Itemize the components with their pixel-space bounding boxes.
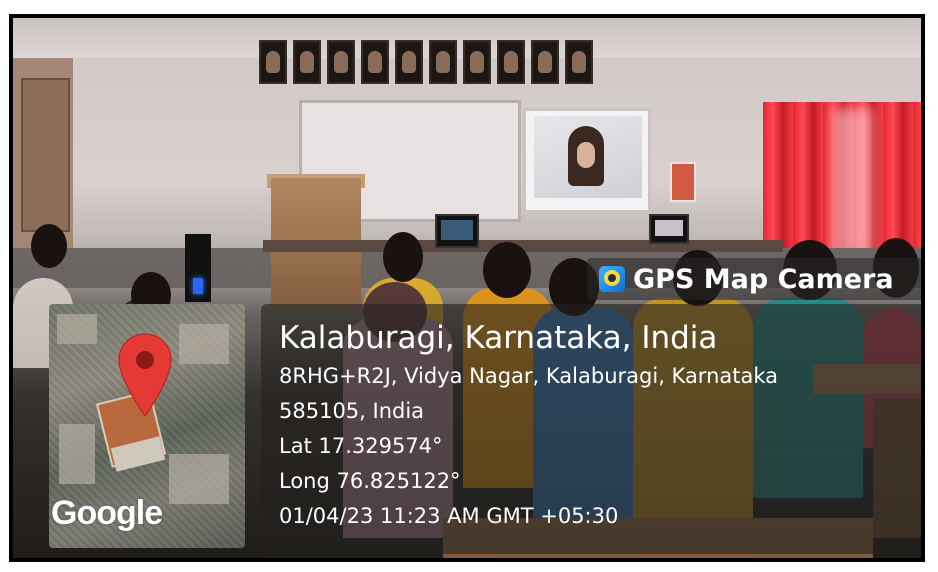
screenshot-frame: GPS Map Camera Google Kalaburagi, Karnat… <box>0 0 938 572</box>
gps-map-camera-app-icon <box>599 266 625 292</box>
map-building <box>59 424 95 484</box>
latitude: Lat 17.329574° <box>279 434 443 458</box>
location-pin-icon <box>118 333 172 417</box>
gps-app-badge: GPS Map Camera <box>587 258 921 300</box>
datetime: 01/04/23 11:23 AM GMT +05:30 <box>279 504 619 528</box>
google-logo: Google <box>51 494 163 532</box>
map-thumbnail: Google <box>49 304 245 548</box>
map-building <box>57 314 97 344</box>
location-title: Kalaburagi, Karnataka, India <box>279 320 718 356</box>
address-line-1: 8RHG+R2J, Vidya Nagar, Kalaburagi, Karna… <box>279 364 779 388</box>
address-line-2: 585105, India <box>279 399 425 423</box>
app-name: GPS Map Camera <box>633 264 894 295</box>
longitude: Long 76.825122° <box>279 469 461 493</box>
photo-border: GPS Map Camera Google Kalaburagi, Karnat… <box>9 14 925 562</box>
map-building <box>169 454 229 504</box>
map-building <box>179 324 229 364</box>
